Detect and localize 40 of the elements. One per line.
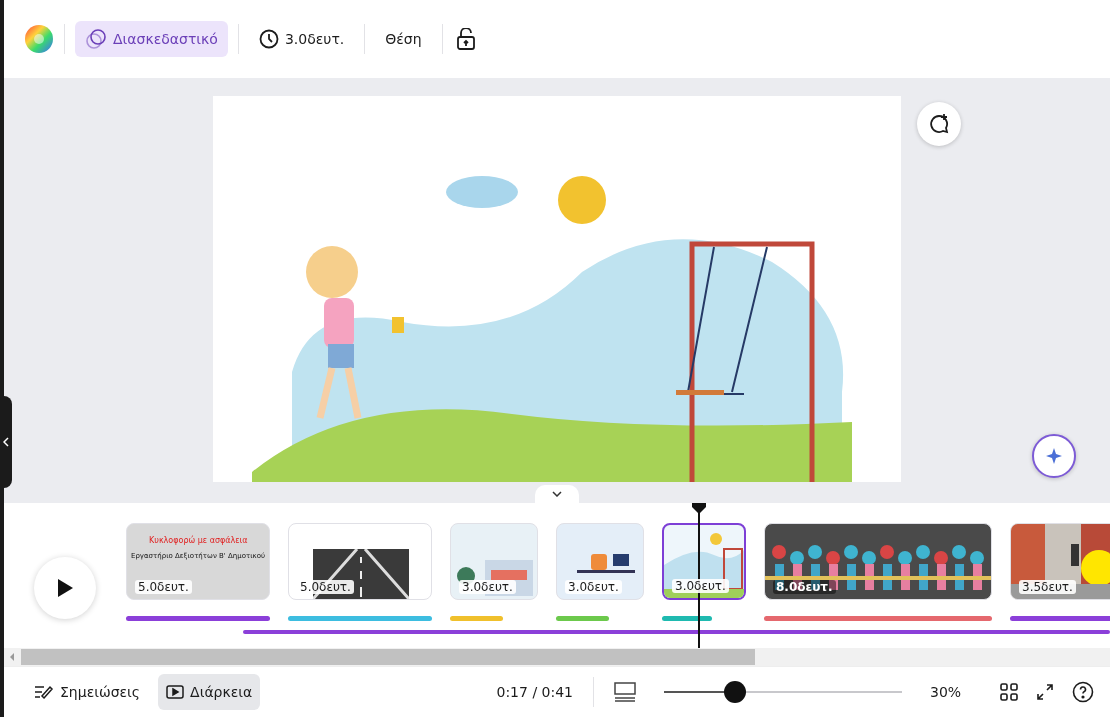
scrollbar-thumb[interactable] <box>21 649 755 665</box>
slide-thumbnail[interactable]: 3.5δευτ. <box>1010 523 1110 600</box>
slide-thumbnail[interactable]: 3.0δευτ. <box>662 523 746 600</box>
slider-thumb[interactable] <box>724 681 747 703</box>
time-counter: 0:17 / 0:41 <box>496 684 573 700</box>
slide-duration: 8.0δευτ. <box>773 580 836 594</box>
panel-handle[interactable] <box>0 396 12 488</box>
slide-duration: 3.0δευτ. <box>672 579 729 593</box>
animation-button[interactable]: Διασκεδαστικό <box>75 21 228 57</box>
slide-thumbnail[interactable]: 3.0δευτ. <box>450 523 538 600</box>
add-comment-button[interactable] <box>917 102 961 146</box>
position-button[interactable]: Θέση <box>375 21 432 57</box>
slide-thumbnail[interactable]: 8.0δευτ. <box>764 523 992 600</box>
slide-thumbnail[interactable]: 5.0δευτ. <box>288 523 432 600</box>
slide-thumbnail[interactable]: 3.0δευτ. <box>556 523 644 600</box>
play-button[interactable] <box>34 557 96 619</box>
notes-icon <box>34 684 54 700</box>
duration-button[interactable]: 3.0δευτ. <box>248 21 355 57</box>
magic-button[interactable] <box>1032 434 1076 478</box>
chevron-left-icon <box>3 437 9 447</box>
slide-duration: 5.0δευτ. <box>135 580 192 594</box>
slide-duration: 5.0δευτ. <box>297 580 354 594</box>
slide-duration: 3.5δευτ. <box>1019 580 1076 594</box>
audio-track[interactable] <box>243 630 1110 634</box>
duration-toggle[interactable]: Διάρκεια <box>158 674 261 710</box>
slide-duration: 3.0δευτ. <box>565 580 622 594</box>
add-comment-icon <box>928 113 950 135</box>
notes-button[interactable]: Σημειώσεις <box>26 674 149 710</box>
animation-icon <box>85 28 107 50</box>
play-icon <box>56 578 74 598</box>
thumbnail-view-icon[interactable] <box>614 682 636 702</box>
slide-duration: 3.0δευτ. <box>459 580 516 594</box>
office-picture <box>577 554 635 573</box>
clock-icon <box>258 29 279 49</box>
color-wheel-icon[interactable] <box>24 24 54 54</box>
collapse-button[interactable] <box>535 485 579 503</box>
zoom-percent: 30% <box>930 684 963 700</box>
chevron-down-icon <box>552 491 562 497</box>
play-box-icon <box>166 685 185 699</box>
thumbnail-title: Κυκλοφορώ με ασφάλεια <box>149 536 248 545</box>
